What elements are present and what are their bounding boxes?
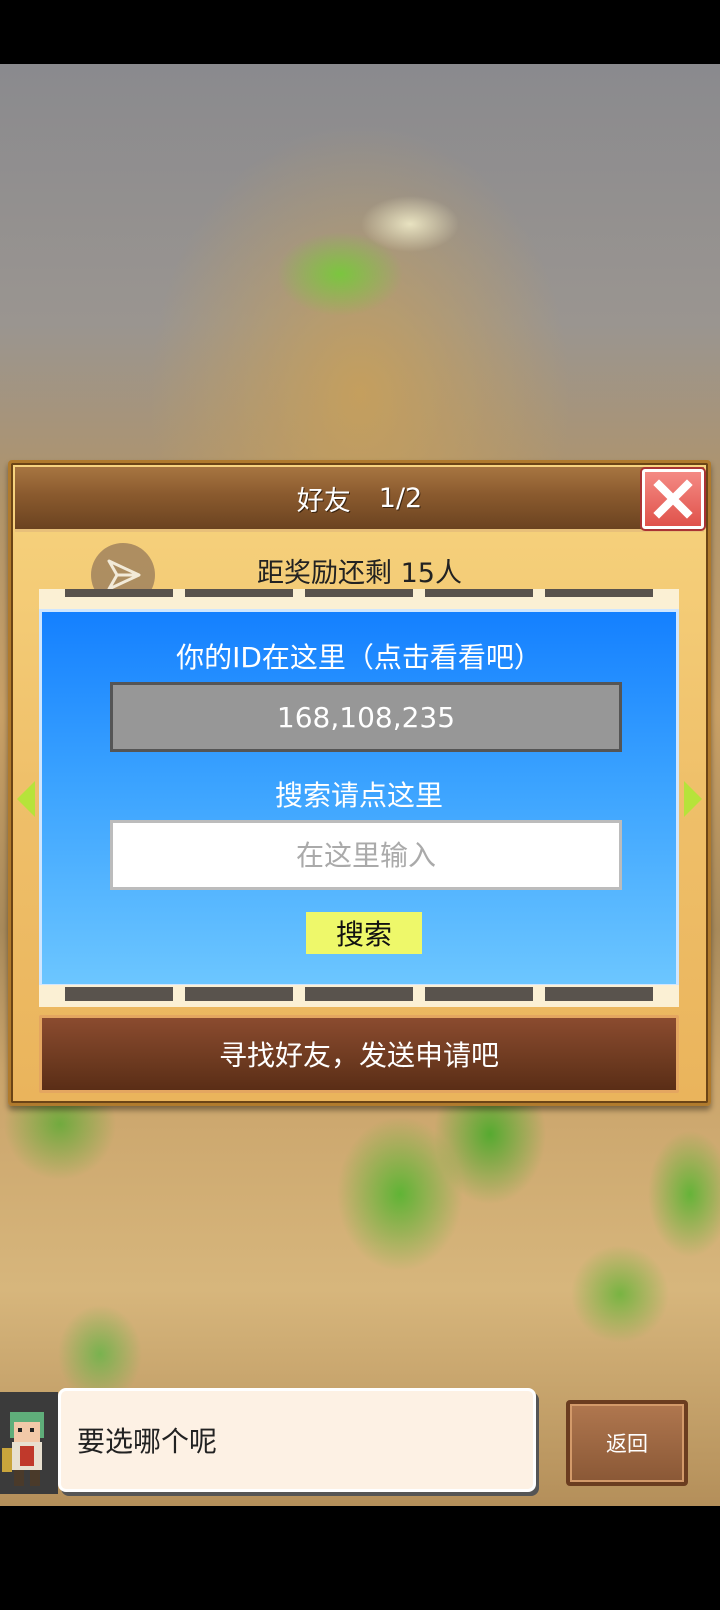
friend-id-panel: 你的ID在这里（点击看看吧） 168,108,235 搜索请点这里 搜索 — [39, 609, 679, 987]
find-friends-button[interactable]: 寻找好友，发送申请吧 — [39, 1015, 679, 1093]
close-icon — [653, 479, 693, 519]
back-button[interactable]: 返回 — [566, 1400, 688, 1486]
search-label: 搜索请点这里 — [274, 779, 443, 812]
search-input[interactable] — [110, 820, 622, 890]
character-avatar — [0, 1392, 58, 1494]
character-icon — [2, 1412, 44, 1486]
page-indicator: 1/2 — [378, 482, 423, 514]
friends-dialog: 好友 1/2 距奖励还剩 15人 你的ID在这里（点击看看吧） 168,108,… — [8, 460, 711, 1106]
dialogue-bubble: 要选哪个呢 — [58, 1388, 536, 1492]
reward-remaining-text: 距奖励还剩 15人 — [257, 558, 462, 589]
dialogue-text: 要选哪个呢 — [77, 1425, 218, 1458]
panel-bottom-strip — [39, 985, 679, 1007]
close-button[interactable] — [642, 469, 704, 529]
your-id-value[interactable]: 168,108,235 — [110, 682, 622, 752]
your-id-label: 你的ID在这里（点击看看吧） — [176, 641, 542, 674]
search-button[interactable]: 搜索 — [306, 912, 422, 954]
dialog-title-bar: 好友 1/2 — [15, 467, 704, 532]
panel-top-strip — [39, 589, 679, 611]
arrow-left-icon[interactable] — [17, 781, 35, 817]
arrow-right-icon[interactable] — [684, 781, 702, 817]
dialog-title: 好友 — [296, 485, 351, 517]
